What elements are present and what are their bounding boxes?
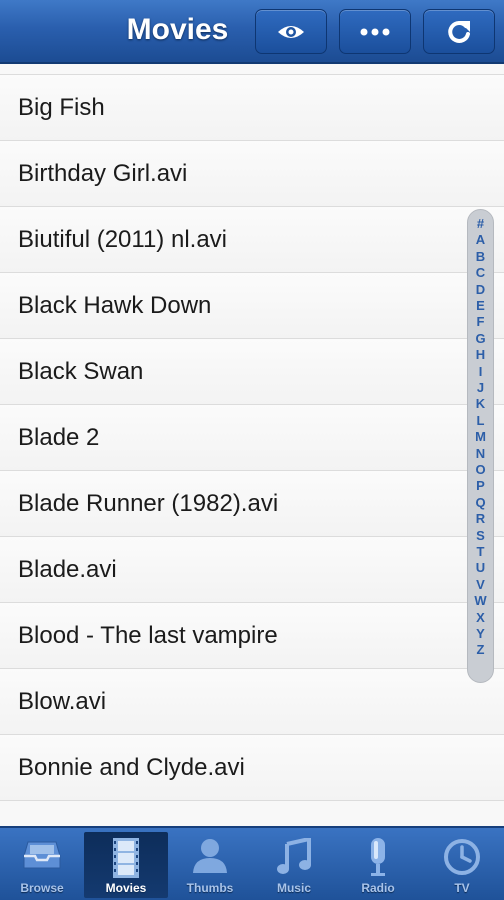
tab-label: Music	[276, 881, 311, 895]
movie-list[interactable]: Big Fish Birthday Girl.avi Biutiful (2011)…	[0, 64, 504, 826]
tab-thumbs[interactable]: Thumbs	[168, 832, 252, 898]
list-item[interactable]: Blow.avi	[0, 669, 504, 735]
list-item[interactable]: Black Hawk Down	[0, 273, 504, 339]
person-icon	[193, 839, 227, 873]
alphabet-index-letter[interactable]: U	[468, 560, 493, 576]
tab-label: Movies	[105, 881, 147, 895]
alphabet-index-letter[interactable]: V	[468, 577, 493, 593]
alphabet-index-letter[interactable]: P	[468, 478, 493, 494]
tab-tv[interactable]: TV	[420, 832, 504, 898]
alphabet-index[interactable]: # A B C D E F G H I J K L M N O P Q R S T U V W X Y Z	[467, 209, 494, 683]
alphabet-index-letter[interactable]: Z	[468, 642, 493, 658]
inbox-icon	[23, 841, 61, 869]
list-item[interactable]: Bonnie and Clyde.avi	[0, 735, 504, 801]
alphabet-index-letter[interactable]: Y	[468, 626, 493, 642]
alphabet-index-letter[interactable]: B	[468, 249, 493, 265]
alphabet-index-letter[interactable]: Q	[468, 495, 493, 511]
bottom-tab-bar: Browse Movies Thumbs Music Radio TV	[0, 826, 504, 900]
list-divider	[0, 64, 504, 75]
alphabet-index-letter[interactable]: O	[468, 462, 493, 478]
alphabet-index-letter[interactable]: I	[468, 364, 493, 380]
refresh-icon	[448, 20, 470, 43]
list-item[interactable]: Blade 2	[0, 405, 504, 471]
alphabet-index-letter[interactable]: C	[468, 265, 493, 281]
more-options-button[interactable]	[339, 9, 411, 54]
tab-label: Radio	[361, 881, 395, 895]
alphabet-index-letter[interactable]: #	[468, 216, 493, 232]
tab-label: Browse	[20, 881, 64, 895]
alphabet-index-letter[interactable]: K	[468, 396, 493, 412]
alphabet-index-letter[interactable]: L	[468, 413, 493, 429]
tab-label: Thumbs	[186, 881, 234, 895]
tab-radio[interactable]: Radio	[336, 832, 420, 898]
app-window: Movies Big Fish Birthday Girl.avi Biutif…	[0, 0, 504, 900]
clock-icon	[444, 839, 480, 875]
list-item[interactable]: Black Swan	[0, 339, 504, 405]
alphabet-index-letter[interactable]: D	[468, 282, 493, 298]
alphabet-index-letter[interactable]: A	[468, 232, 493, 248]
eye-icon	[278, 25, 304, 38]
music-note-icon	[277, 838, 311, 874]
tab-movies[interactable]: Movies	[84, 832, 168, 898]
tab-music[interactable]: Music	[252, 832, 336, 898]
microphone-icon	[371, 838, 385, 876]
page-title: Movies	[126, 13, 229, 46]
tab-browse[interactable]: Browse	[0, 832, 84, 898]
list-item[interactable]: Blade.avi	[0, 537, 504, 603]
view-button[interactable]	[255, 9, 327, 54]
tab-label: TV	[454, 881, 470, 895]
alphabet-index-letter[interactable]: E	[468, 298, 493, 314]
alphabet-index-letter[interactable]: H	[468, 347, 493, 363]
alphabet-index-letter[interactable]: S	[468, 528, 493, 544]
list-item[interactable]: Birthday Girl.avi	[0, 141, 504, 207]
film-icon	[113, 838, 139, 878]
refresh-button[interactable]	[423, 9, 495, 54]
alphabet-index-letter[interactable]: J	[468, 380, 493, 396]
more-icon	[360, 28, 390, 35]
list-item[interactable]: Blade Runner (1982).avi	[0, 471, 504, 537]
alphabet-index-letter[interactable]: F	[468, 314, 493, 330]
header-bar: Movies	[0, 0, 504, 64]
alphabet-index-letter[interactable]: X	[468, 610, 493, 626]
list-item[interactable]: Biutiful (2011) nl.avi	[0, 207, 504, 273]
alphabet-index-letter[interactable]: N	[468, 446, 493, 462]
list-item[interactable]: Big Fish	[0, 75, 504, 141]
alphabet-index-letter[interactable]: T	[468, 544, 493, 560]
alphabet-index-letter[interactable]: M	[468, 429, 493, 445]
alphabet-index-letter[interactable]: G	[468, 331, 493, 347]
alphabet-index-letter[interactable]: R	[468, 511, 493, 527]
alphabet-index-letter[interactable]: W	[468, 593, 493, 609]
list-item[interactable]: Blood - The last vampire	[0, 603, 504, 669]
